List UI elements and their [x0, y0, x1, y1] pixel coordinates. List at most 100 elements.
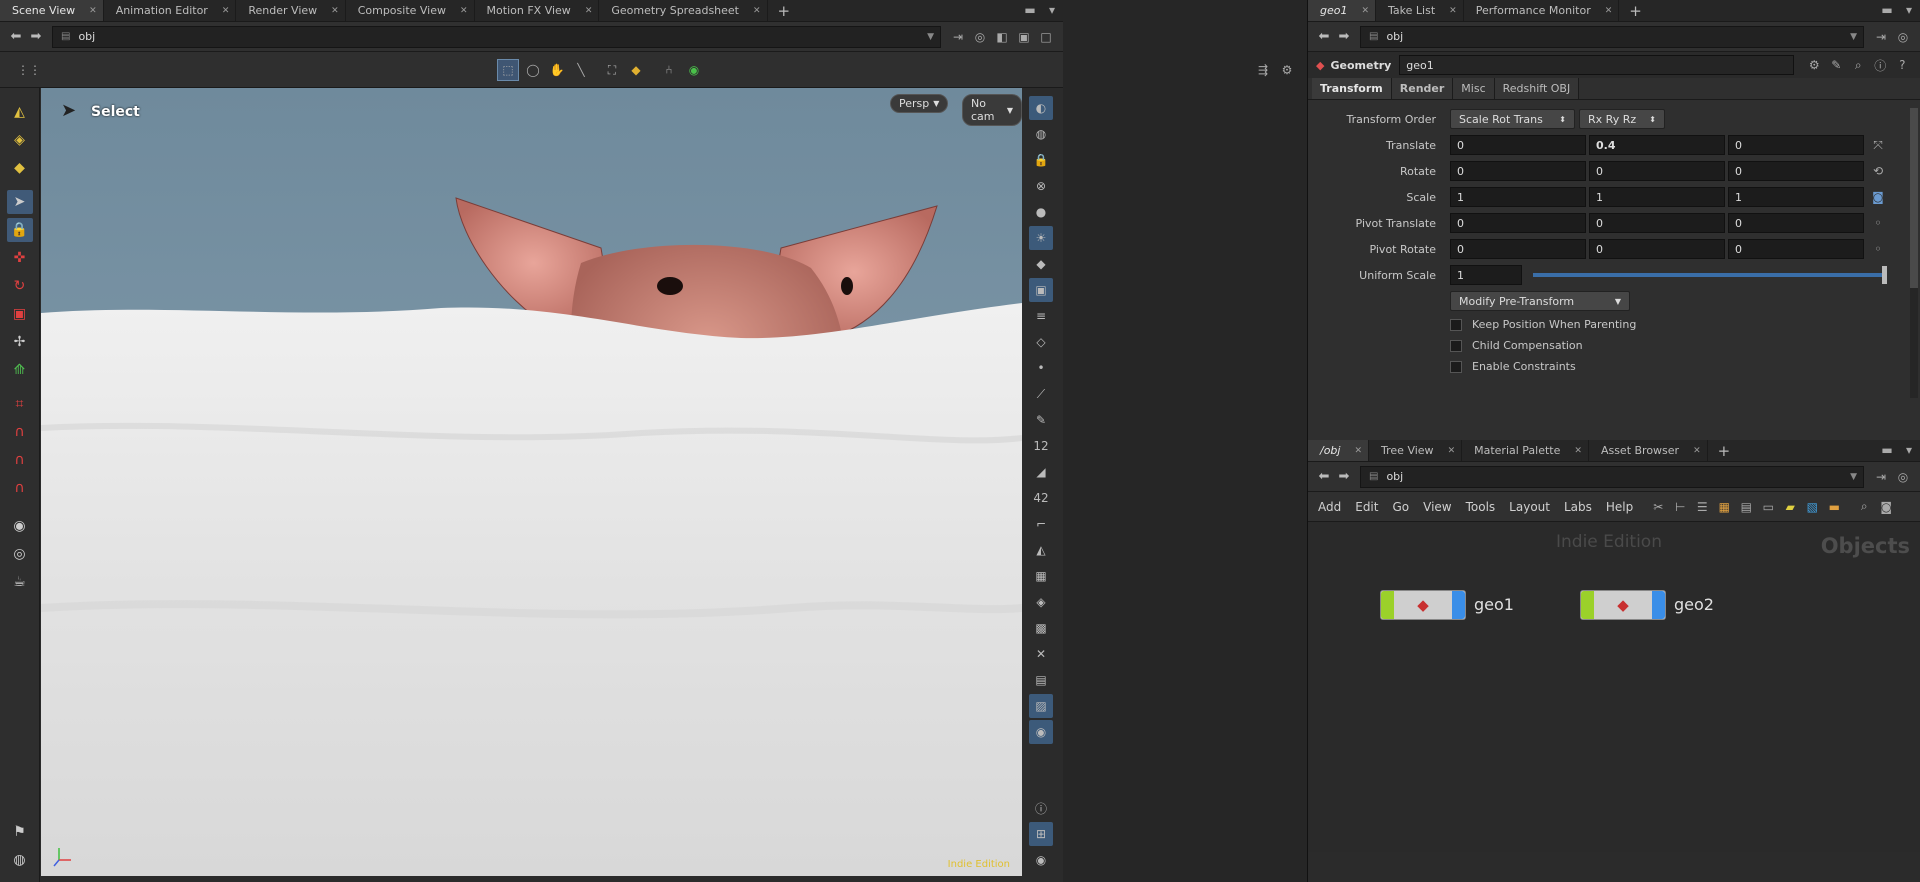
light-tool-icon[interactable]: ☕ — [7, 570, 33, 594]
forward-arrow-icon[interactable]: ➡ — [1334, 469, 1354, 484]
list-view-icon[interactable]: ☰ — [1691, 496, 1713, 518]
lasso-select-icon[interactable]: ◯ — [522, 59, 544, 81]
snap-tool-icon[interactable]: ◈ — [7, 128, 33, 152]
maximize-icon[interactable]: □ — [1035, 26, 1057, 48]
tab-animation-editor[interactable]: Animation Editor ✕ — [104, 0, 237, 21]
back-arrow-icon[interactable]: ⬅ — [1314, 29, 1334, 44]
menu-add[interactable]: Add — [1318, 500, 1341, 514]
param-scrollbar[interactable] — [1910, 108, 1918, 398]
snapshot-icon[interactable]: ◙ — [1875, 496, 1897, 518]
select-hierarchy-icon[interactable]: ⑃ — [658, 59, 680, 81]
param-tab-misc[interactable]: Misc — [1453, 78, 1495, 99]
tree-icon[interactable]: ⊢ — [1669, 496, 1691, 518]
grid-snap-icon[interactable]: ◆ — [7, 156, 33, 180]
bone-icon[interactable]: ✕ — [1029, 642, 1053, 666]
color-palette-icon[interactable]: ▦ — [1713, 496, 1735, 518]
param-tab-render[interactable]: Render — [1391, 78, 1454, 99]
back-arrow-icon[interactable]: ⬅ — [1314, 469, 1334, 484]
tab-take-list[interactable]: Take List ✕ — [1376, 0, 1464, 21]
help-icon[interactable]: ? — [1891, 54, 1913, 76]
pivot-rotate-x-field[interactable]: 0 — [1450, 239, 1586, 259]
pane-layout-icon[interactable]: ▬ — [1876, 439, 1898, 461]
render-region-icon[interactable]: ◍ — [7, 848, 33, 872]
menu-go[interactable]: Go — [1392, 500, 1409, 514]
pin-icon[interactable]: ⇥ — [947, 26, 969, 48]
slider-handle[interactable] — [1882, 266, 1887, 284]
diamond-icon[interactable]: ◈ — [1029, 590, 1053, 614]
network-editor[interactable]: Indie Edition Objects ◆ geo1 ◆ geo2 — [1308, 522, 1920, 852]
close-icon[interactable]: ✕ — [1449, 6, 1457, 16]
translate-x-field[interactable]: 0 — [1450, 135, 1586, 155]
pane-layout-icon[interactable]: ▬ — [1876, 0, 1898, 21]
scrollbar-thumb[interactable] — [1910, 108, 1918, 288]
forward-arrow-icon[interactable]: ➡ — [1334, 29, 1354, 44]
transform-order-menu[interactable]: Scale Rot Trans ⬍ — [1450, 109, 1575, 129]
close-icon[interactable]: ✕ — [89, 6, 97, 16]
display-flag[interactable] — [1381, 591, 1394, 619]
rotate-x-field[interactable]: 0 — [1450, 161, 1586, 181]
uv-icon[interactable]: ▦ — [1029, 564, 1053, 588]
network-box-icon[interactable]: ▭ — [1757, 496, 1779, 518]
corner-icon[interactable]: ⌐ — [1029, 512, 1053, 536]
tab-asset-browser[interactable]: Asset Browser ✕ — [1589, 440, 1708, 461]
pin-icon[interactable]: ⇥ — [1870, 466, 1892, 488]
pivot-translate-x-field[interactable]: 0 — [1450, 213, 1586, 233]
pivot-handle-icon[interactable]: ◦ — [1867, 212, 1889, 234]
snap-point-icon[interactable]: ∩ — [7, 448, 33, 472]
add-tab-icon[interactable]: + — [1619, 0, 1652, 21]
pivot-rotate-z-field[interactable]: 0 — [1728, 239, 1864, 259]
rotate-tool-icon[interactable]: ↻ — [7, 274, 33, 298]
tab-tree-view[interactable]: Tree View ✕ — [1369, 440, 1463, 461]
menu-edit[interactable]: Edit — [1355, 500, 1378, 514]
folder-icon[interactable]: ▬ — [1823, 496, 1845, 518]
close-icon[interactable]: ✕ — [331, 6, 339, 16]
vector-icon[interactable]: ✎ — [1029, 408, 1053, 432]
sticky-note-icon[interactable]: ▰ — [1779, 496, 1801, 518]
move-tool-icon[interactable]: ✜ — [7, 246, 33, 270]
transform-tool-icon[interactable]: ✢ — [7, 330, 33, 354]
select-children-icon[interactable]: ◉ — [683, 59, 705, 81]
pivot-rotate-handle-icon[interactable]: ◦ — [1867, 238, 1889, 260]
child-compensation-checkbox[interactable] — [1450, 339, 1462, 352]
pivot-translate-y-field[interactable]: 0 — [1589, 213, 1725, 233]
background-icon[interactable]: ▨ — [1029, 694, 1053, 718]
rotate-z-field[interactable]: 0 — [1728, 161, 1864, 181]
close-icon[interactable]: ✕ — [585, 6, 593, 16]
close-icon[interactable]: ✕ — [1361, 6, 1369, 16]
close-icon[interactable]: ✕ — [460, 6, 468, 16]
info-icon[interactable]: ⓘ — [1029, 796, 1053, 820]
handle-toggle-icon[interactable]: ⤧ — [1867, 134, 1889, 156]
pivot-translate-z-field[interactable]: 0 — [1728, 213, 1864, 233]
laser-select-icon[interactable]: ╲ — [570, 59, 592, 81]
scale-handle-icon[interactable]: ◙ — [1867, 186, 1889, 208]
wrench-icon[interactable]: ✂ — [1647, 496, 1669, 518]
background-image-icon[interactable]: ▧ — [1801, 496, 1823, 518]
numbers-icon[interactable]: 12 — [1029, 434, 1053, 458]
pane-layout-icon[interactable]: ▬ — [1019, 0, 1041, 21]
uniform-scale-slider[interactable] — [1533, 266, 1887, 284]
render-flag[interactable] — [1652, 591, 1665, 619]
path-dropdown-icon[interactable]: ▼ — [927, 32, 934, 42]
render-flag[interactable] — [1452, 591, 1465, 619]
menu-labs[interactable]: Labs — [1564, 500, 1592, 514]
toolbar-snap-icon[interactable]: ⚙ — [1276, 59, 1298, 81]
pin-point-icon[interactable]: ◉ — [1029, 720, 1053, 744]
link-icon[interactable]: ◎ — [1892, 466, 1914, 488]
close-icon[interactable]: ✕ — [1693, 446, 1701, 456]
path-dropdown-icon[interactable]: ▼ — [1850, 32, 1857, 42]
close-icon[interactable]: ✕ — [1605, 6, 1613, 16]
menu-tools[interactable]: Tools — [1466, 500, 1496, 514]
camera-options-icon[interactable]: ▣ — [1013, 26, 1035, 48]
close-icon[interactable]: ✕ — [1354, 446, 1362, 456]
info-icon[interactable]: ⓘ — [1869, 54, 1891, 76]
lock-icon[interactable]: 🔒 — [6, 218, 33, 242]
tab-performance-monitor[interactable]: Performance Monitor ✕ — [1464, 0, 1620, 21]
pose-tool-icon[interactable]: ⟰ — [7, 358, 33, 382]
pivot-rotate-y-field[interactable]: 0 — [1589, 239, 1725, 259]
uniform-scale-field[interactable]: 1 — [1450, 265, 1522, 285]
rotate-handle-icon[interactable]: ⟲ — [1867, 160, 1889, 182]
tab-composite-view[interactable]: Composite View ✕ — [346, 0, 475, 21]
select-visible-icon[interactable]: ⛶ — [601, 59, 623, 81]
scale-x-field[interactable]: 1 — [1450, 187, 1586, 207]
grid-menu-icon[interactable]: ⋮⋮ — [17, 59, 41, 81]
